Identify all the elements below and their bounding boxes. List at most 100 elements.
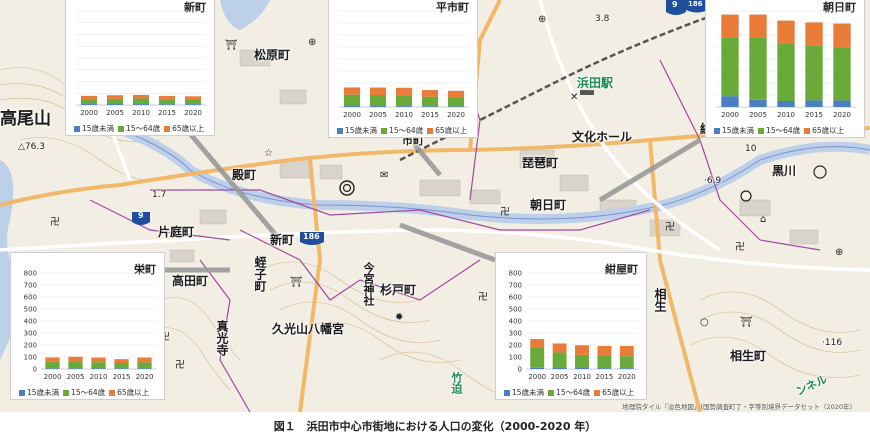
bar-segment — [369, 106, 387, 107]
chart-panel-asahimachi: 朝日町 2000 2005 2010 2015 2020 15歳未満 15～64歳 65歳以上 — [705, 0, 865, 138]
map-label-shinmachi: 新町 — [270, 233, 295, 247]
legend-label: 15～64歳 — [556, 388, 591, 397]
y-tick-label: 300 — [509, 330, 522, 338]
figure-caption: 図１ 浜田市中心市街地における人口の変化（2000-2020 年） — [273, 420, 597, 433]
bar-segment — [106, 104, 124, 105]
bar-segment — [749, 37, 767, 100]
chart-legend: 15歳未満 15～64歳 65歳以上 — [15, 387, 149, 398]
bar-segment — [45, 368, 60, 369]
bar-segment — [575, 345, 589, 355]
bar-segment — [343, 94, 361, 107]
x-tick-label: 2000 — [528, 373, 546, 381]
legend-label: 65歳以上 — [812, 126, 845, 135]
map-label-hamada-eki: 浜田駅 — [577, 76, 614, 90]
map-label-elev-69: ·6.9 — [704, 176, 722, 186]
bar-segment — [777, 101, 795, 107]
map-credit: 地理院タイル「淡色地図」(国勢調査町丁・字等別境界データセット（2020年） — [622, 403, 856, 411]
route-9b-label: 9 — [672, 0, 678, 9]
map-label-takaoyama: 高尾山 — [0, 109, 51, 129]
bar-segment — [395, 106, 413, 107]
bar-segment — [619, 368, 634, 369]
map-label-chikuu: 竹迫 — [450, 372, 463, 394]
chart-legend: 15歳未満 15～64歳 65歳以上 — [500, 387, 634, 398]
x-tick-label: 2010 — [573, 373, 591, 381]
legend-label: 15～64歳 — [389, 126, 424, 135]
legend-label: 15歳未満 — [512, 388, 545, 397]
x-tick-label: 2015 — [113, 373, 131, 381]
y-tick-label: 0 — [518, 366, 522, 374]
legend-swatch — [427, 128, 434, 134]
bar-segment — [530, 348, 545, 368]
y-tick-label: 0 — [33, 366, 37, 374]
bar-segment — [833, 23, 851, 48]
x-tick-label: 2000 — [80, 109, 98, 117]
legend-label: 15歳未満 — [82, 124, 115, 133]
bar-segment — [184, 99, 202, 105]
bar-segment — [749, 14, 767, 38]
bar-segment — [552, 343, 567, 353]
map-label-tonomachi: 殿町 — [232, 168, 257, 182]
svg-text:○: ○ — [700, 317, 709, 328]
map-label-sugitocho: 杉戸町 — [380, 283, 417, 297]
map-label-elev-17: 1.7 — [152, 190, 167, 200]
bar-segment — [619, 356, 634, 369]
bar-segment — [132, 94, 150, 99]
bar-segment — [68, 361, 83, 369]
svg-text:⊕: ⊕ — [835, 247, 843, 258]
x-tick-label: 2020 — [136, 373, 154, 381]
bar-segment — [158, 104, 176, 105]
y-tick-label: 800 — [509, 270, 522, 278]
bar-segment — [447, 106, 465, 107]
map-label-asahimachi: 朝日町 — [530, 198, 567, 212]
bar-segment — [395, 87, 413, 96]
map-label-katabacho: 片庭町 — [158, 225, 195, 239]
bar-segment — [777, 43, 795, 101]
bar-segment — [575, 368, 589, 369]
map-label-aio: 相生 — [653, 288, 667, 312]
svg-text:⊕: ⊕ — [308, 37, 316, 48]
x-tick-label: 2000 — [343, 111, 361, 119]
bar-segment — [369, 87, 387, 95]
bar-segment — [80, 95, 98, 100]
svg-text:卍: 卍 — [500, 206, 510, 218]
x-tick-label: 2000 — [44, 373, 62, 381]
map-label-takadacho: 高田町 — [172, 274, 209, 288]
bar-segment — [137, 357, 152, 363]
legend-label: 65歳以上 — [172, 124, 205, 133]
bar-segment — [106, 98, 124, 105]
legend-swatch — [758, 128, 765, 134]
y-tick-label: 700 — [24, 282, 37, 290]
legend-swatch — [714, 128, 720, 134]
bar-segment — [114, 368, 129, 369]
map-label-matsubaracho: 松原町 — [254, 48, 291, 62]
legend-label: 65歳以上 — [602, 388, 635, 397]
bar-segment — [421, 96, 439, 107]
bar-segment — [132, 98, 150, 105]
bar-segment — [114, 363, 129, 369]
svg-text:卍: 卍 — [665, 221, 675, 233]
x-tick-label: 2005 — [369, 111, 387, 119]
bar-segment — [805, 100, 823, 107]
svg-text:卍: 卍 — [735, 241, 745, 253]
chart-legend: 15歳未満 15～64歳 65歳以上 — [333, 125, 467, 136]
legend-swatch — [804, 128, 811, 134]
bar-segment — [91, 368, 106, 369]
y-tick-label: 100 — [509, 354, 522, 362]
x-tick-label: 2020 — [184, 109, 202, 117]
svg-text:卍: 卍 — [50, 216, 60, 228]
bar-segment — [447, 97, 465, 107]
chart-svg: 2000 2005 2010 2015 2020 — [716, 10, 856, 119]
map-label-elev-116: ·116 — [822, 338, 843, 348]
legend-swatch — [109, 390, 116, 396]
chart-panel-konyamachi: 紺屋町 0 100 200 300 400 500 600 700 800 2000 2005 2010… — [495, 252, 647, 400]
bar-segment — [114, 359, 129, 363]
bar-segment — [530, 367, 545, 369]
chart-panel-hiraichimachi: 平市町 2000 2005 2010 2015 2020 15歳未満 15～64歳 65歳以上 — [328, 0, 478, 138]
legend-swatch — [63, 390, 70, 396]
bar-segment — [552, 352, 567, 369]
chart-svg: 0 100 200 300 400 500 600 700 800 2000 2005 2010 201… — [24, 270, 156, 381]
x-tick-label: 2010 — [777, 111, 795, 119]
map-label-elev-76: △76.3 — [18, 142, 45, 152]
bar-segment — [184, 96, 202, 100]
legend-swatch — [74, 126, 80, 132]
